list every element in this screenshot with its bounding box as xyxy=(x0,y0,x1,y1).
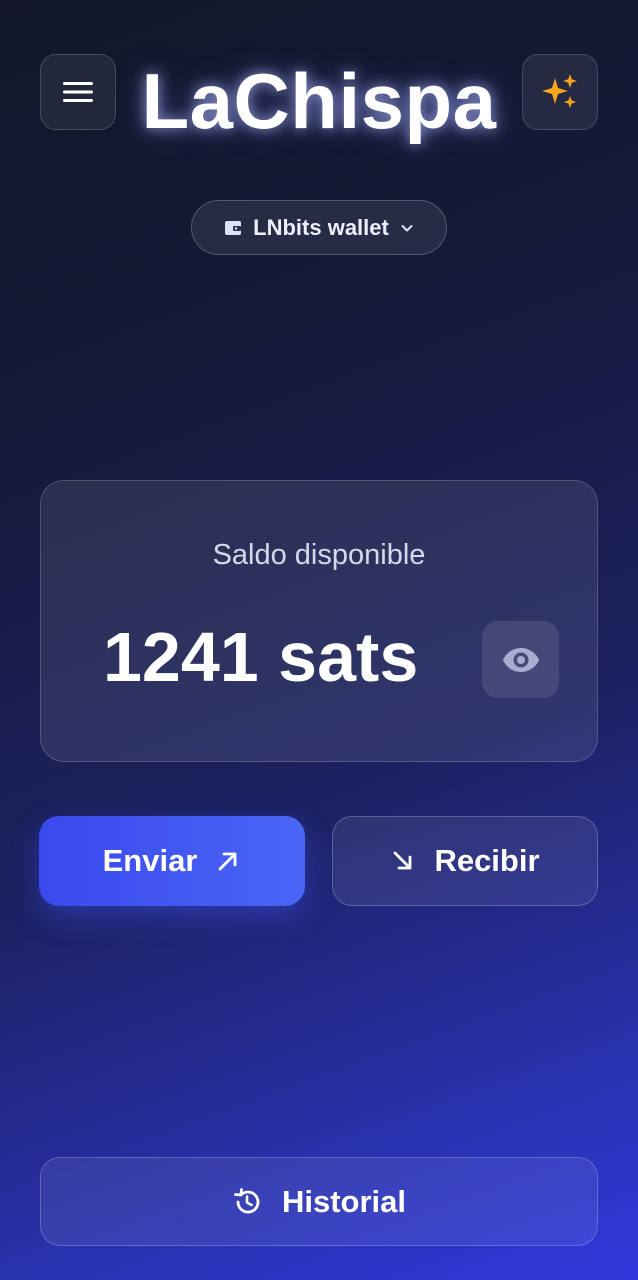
balance-card: Saldo disponible 1241 sats xyxy=(40,480,598,762)
receive-button[interactable]: Recibir xyxy=(332,816,598,906)
send-label: Enviar xyxy=(102,843,198,878)
eye-icon xyxy=(502,647,540,673)
arrow-down-right-icon xyxy=(390,848,416,874)
send-button[interactable]: Enviar xyxy=(39,816,305,906)
wallet-icon xyxy=(223,218,243,238)
history-icon xyxy=(232,1187,262,1217)
wallet-name: LNbits wallet xyxy=(253,214,389,240)
balance-amount: 1241 sats xyxy=(103,618,419,696)
sparkles-icon xyxy=(540,72,580,112)
balance-caption: Saldo disponible xyxy=(212,539,426,571)
arrow-up-right-icon xyxy=(215,848,241,874)
history-button[interactable]: Historial xyxy=(40,1157,598,1246)
chevron-down-icon xyxy=(399,220,415,236)
wallet-selector[interactable]: LNbits wallet xyxy=(191,200,447,255)
wallet-home-screen: LaChispa LNbits wallet Saldo disponible xyxy=(0,0,638,1280)
receive-label: Recibir xyxy=(434,843,540,878)
history-label: Historial xyxy=(281,1183,407,1219)
sparkle-button[interactable] xyxy=(522,54,598,130)
toggle-balance-visibility-button[interactable] xyxy=(482,621,559,698)
